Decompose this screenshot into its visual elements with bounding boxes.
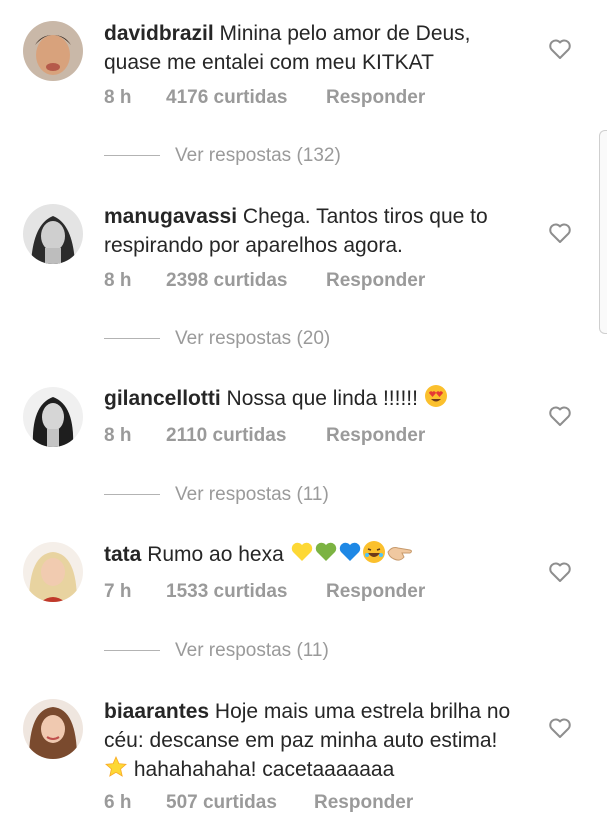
scrollbar[interactable] [599, 130, 607, 334]
avatar[interactable] [23, 542, 83, 602]
likes-count[interactable]: 1533 curtidas [166, 581, 326, 603]
comment-body-end: hahahahaha! cacetaaaaaaa [128, 758, 395, 781]
view-replies-button[interactable]: Ver respostas (20) [104, 328, 330, 350]
reply-button[interactable]: Responder [326, 270, 425, 292]
comment-time: 8 h [104, 270, 132, 291]
divider-line [104, 650, 160, 652]
green-heart-emoji [315, 542, 336, 561]
laughing-emoji [362, 541, 385, 563]
comment-username[interactable]: tata [104, 543, 141, 566]
reply-button[interactable]: Responder [326, 87, 425, 109]
heart-eyes-emoji [424, 385, 447, 407]
view-replies-label: Ver respostas (11) [175, 640, 329, 661]
divider-line [104, 494, 160, 496]
view-replies-button[interactable]: Ver respostas (132) [104, 145, 341, 167]
comment-meta: 6 h 507 curtidas Responder [104, 792, 413, 814]
comment-text: biaarantes Hoje mais uma estrela brilha … [104, 697, 524, 784]
heart-outline-icon[interactable] [548, 717, 572, 739]
star-emoji [105, 756, 127, 777]
comment-body: Rumo ao hexa [147, 543, 290, 566]
avatar[interactable] [23, 204, 83, 264]
heart-outline-icon[interactable] [548, 38, 572, 60]
view-replies-button[interactable]: Ver respostas (11) [104, 640, 329, 662]
likes-count[interactable]: 507 curtidas [166, 792, 314, 814]
comment-meta: 7 h 1533 curtidas Responder [104, 581, 425, 603]
view-replies-label: Ver respostas (20) [175, 328, 331, 349]
divider-line [104, 155, 160, 157]
heart-outline-icon[interactable] [548, 222, 572, 244]
comment-username[interactable]: biaarantes [104, 700, 209, 723]
avatar[interactable] [23, 699, 83, 759]
comment-username[interactable]: davidbrazil [104, 22, 214, 45]
comment-text: davidbrazil Minina pelo amor de Deus, qu… [104, 19, 524, 77]
avatar[interactable] [23, 387, 83, 447]
comment-username[interactable]: gilancellotti [104, 387, 221, 410]
yellow-heart-emoji [291, 542, 312, 561]
comment-text: tata Rumo ao hexa [104, 540, 524, 569]
avatar[interactable] [23, 21, 83, 81]
comment-body: Nossa que linda !!!!!! [226, 387, 424, 410]
view-replies-button[interactable]: Ver respostas (11) [104, 484, 329, 506]
comment-text: gilancellotti Nossa que linda !!!!!! [104, 384, 524, 413]
reply-button[interactable]: Responder [326, 581, 425, 603]
comment-meta: 8 h 4176 curtidas Responder [104, 87, 425, 109]
likes-count[interactable]: 2110 curtidas [166, 425, 326, 447]
blue-heart-emoji [339, 542, 360, 561]
comment-time: 7 h [104, 581, 132, 602]
divider-line [104, 338, 160, 340]
view-replies-label: Ver respostas (132) [175, 145, 341, 166]
comment-time: 8 h [104, 425, 132, 446]
comment-time: 6 h [104, 792, 132, 813]
comment-username[interactable]: manugavassi [104, 205, 237, 228]
likes-count[interactable]: 4176 curtidas [166, 87, 326, 109]
comment-text: manugavassi Chega. Tantos tiros que to r… [104, 202, 524, 260]
heart-outline-icon[interactable] [548, 405, 572, 427]
pointing-hand-emoji [387, 547, 412, 561]
view-replies-label: Ver respostas (11) [175, 484, 329, 505]
reply-button[interactable]: Responder [314, 792, 413, 814]
comment-meta: 8 h 2110 curtidas Responder [104, 425, 425, 447]
likes-count[interactable]: 2398 curtidas [166, 270, 326, 292]
comment-meta: 8 h 2398 curtidas Responder [104, 270, 425, 292]
reply-button[interactable]: Responder [326, 425, 425, 447]
heart-outline-icon[interactable] [548, 561, 572, 583]
comment-time: 8 h [104, 87, 132, 108]
